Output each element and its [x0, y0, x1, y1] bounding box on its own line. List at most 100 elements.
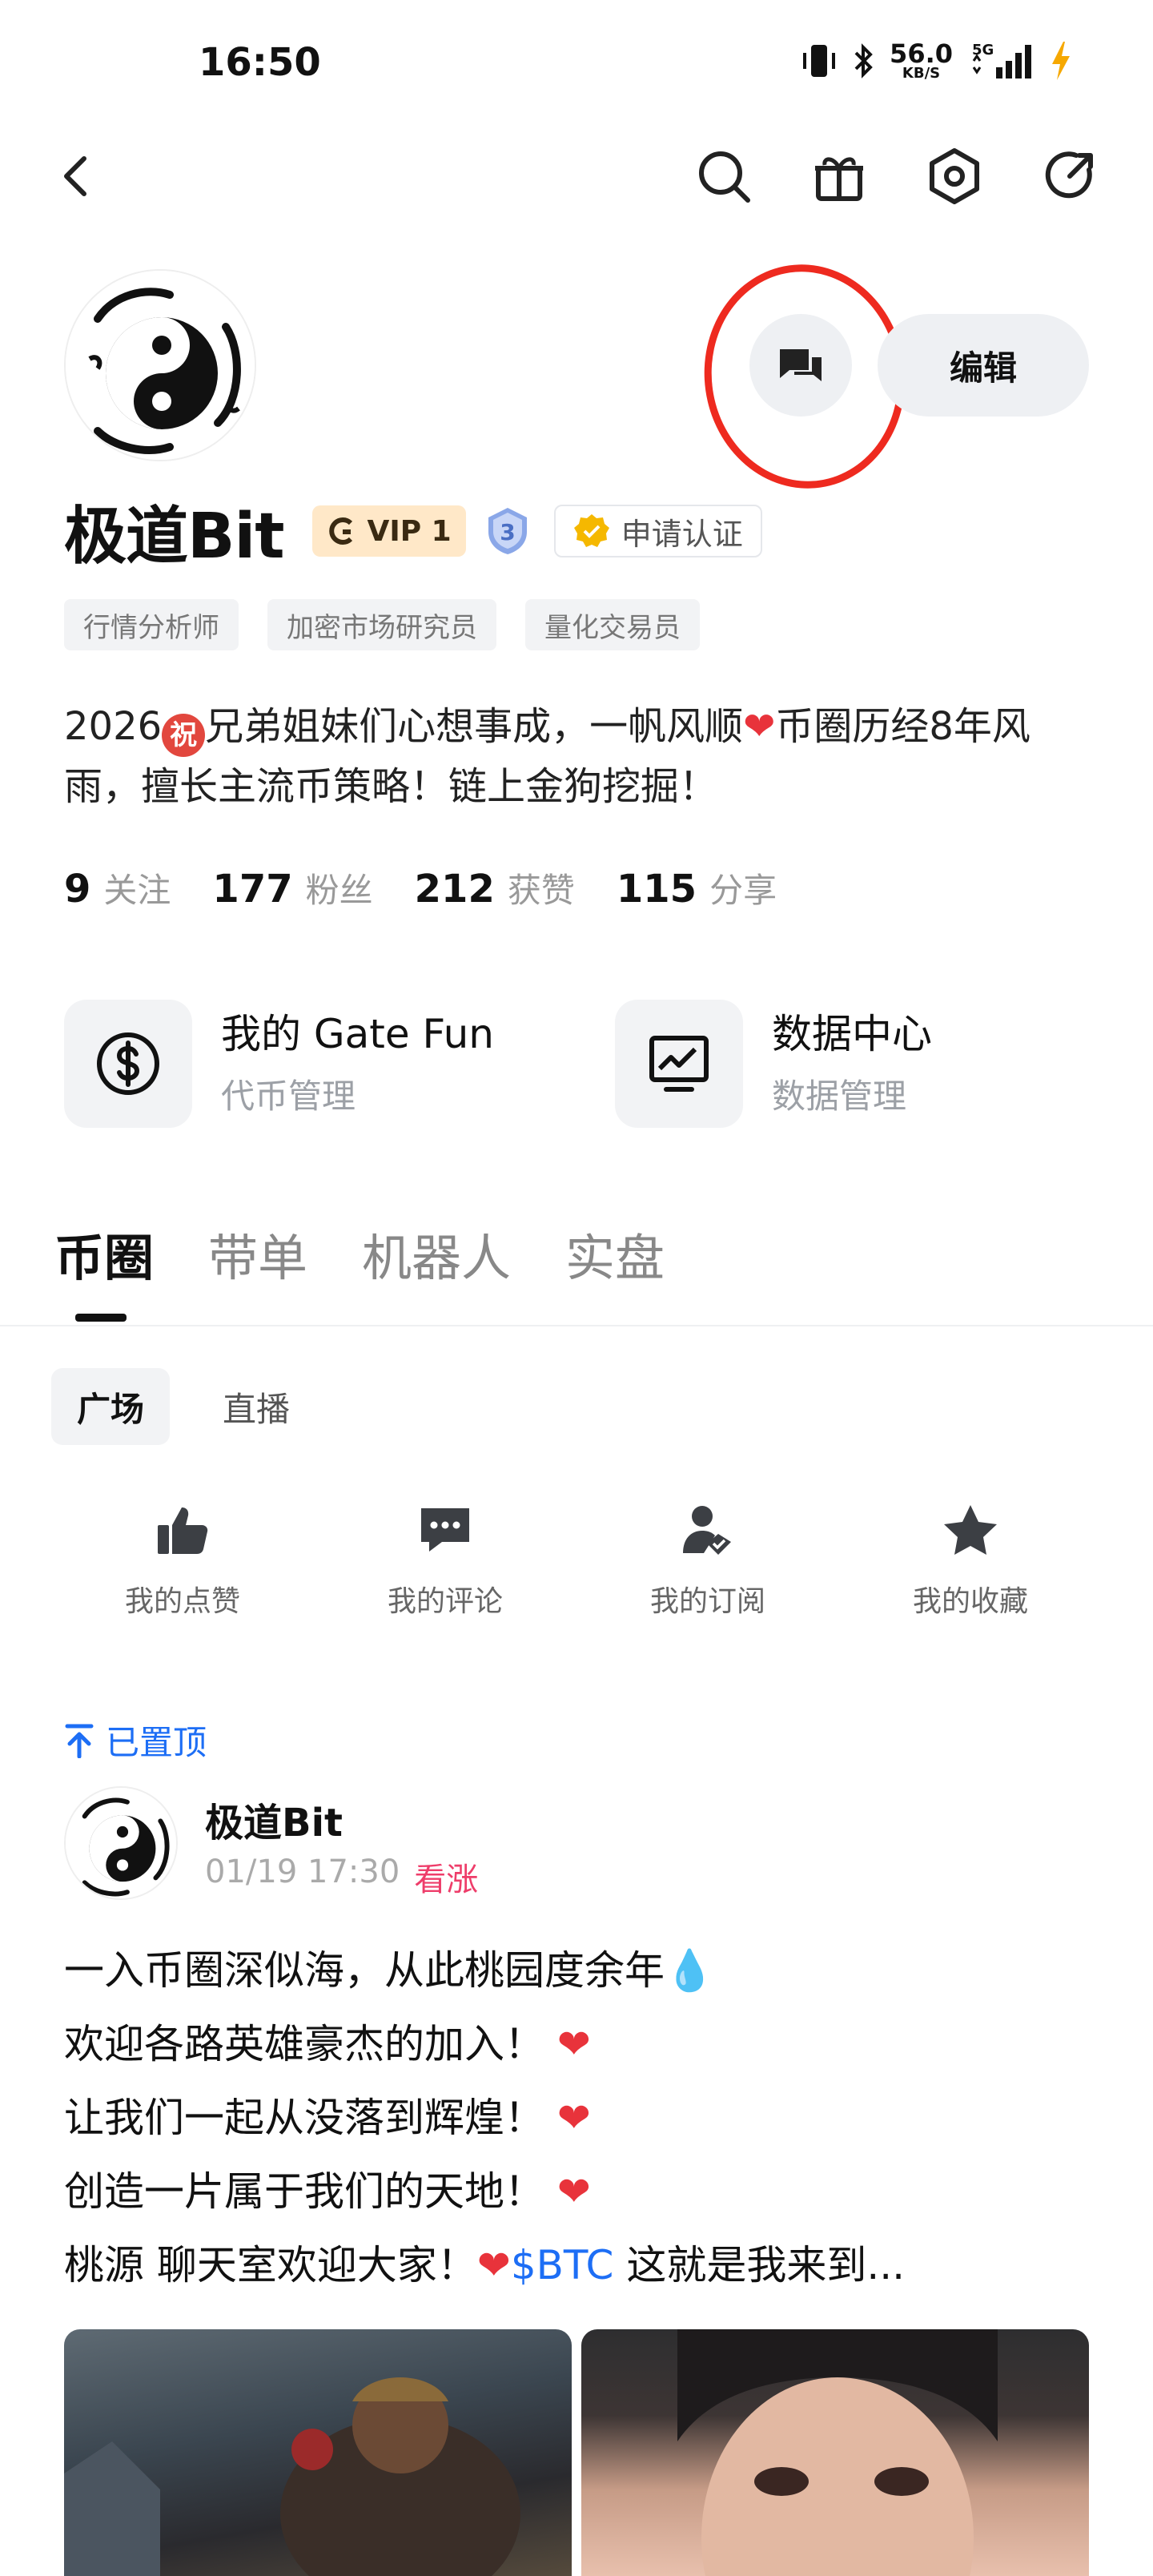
- feature-subtitle: 代币管理: [221, 1077, 356, 1116]
- pinned-text: 已置顶: [106, 1723, 207, 1762]
- feature-icon-box: [615, 1000, 743, 1128]
- quick-icon-wrap: [942, 1498, 998, 1562]
- post-line-text: 桃源 聊天室欢迎大家！: [64, 2242, 477, 2288]
- vibrate-icon: [801, 42, 837, 80]
- tab-coin-circle[interactable]: 币圈: [54, 1218, 154, 1290]
- heart-icon: ❤: [556, 2095, 591, 2141]
- post-time: 01/19 17:30: [205, 1854, 400, 1890]
- post-image[interactable]: [581, 2329, 1089, 2576]
- net-speed-unit: KB/S: [902, 65, 941, 82]
- status-bar: 16:50 56.0 KB/S 5G: [0, 0, 1153, 128]
- settings-icon: [930, 148, 979, 204]
- stat-label: 关注: [103, 871, 171, 910]
- wish-emoji-icon: 祝: [162, 714, 206, 757]
- vip-badge[interactable]: VIP 1: [312, 505, 466, 557]
- profile-tags: 行情分析师 加密市场研究员 量化交易员: [64, 599, 700, 650]
- share-button[interactable]: [1030, 136, 1110, 216]
- tab-copy-trading[interactable]: 带单: [208, 1218, 307, 1290]
- my-comments-button[interactable]: 我的评论: [314, 1498, 576, 1620]
- post-author[interactable]: 极道Bit: [205, 1791, 343, 1847]
- stat-likes[interactable]: 212 获赞: [415, 863, 575, 912]
- pin-top-icon: [65, 1724, 94, 1758]
- tab-bots[interactable]: 机器人: [362, 1218, 511, 1290]
- divider: [0, 1325, 1153, 1326]
- stat-followers[interactable]: 177 粉丝: [212, 863, 372, 912]
- post-line: 创造一片属于我们的天地！ ❤: [64, 2155, 1105, 2228]
- stat-following[interactable]: 9 关注: [64, 863, 171, 912]
- post-trailing-text: 这就是我来到...: [626, 2242, 906, 2288]
- avatar[interactable]: [64, 269, 256, 461]
- heart-icon: ❤: [476, 2242, 511, 2288]
- quick-icon-wrap: [681, 1498, 734, 1562]
- net-speed-value: 56.0: [890, 38, 953, 69]
- blood-drop-icon: 💧: [665, 1947, 715, 1994]
- ticker-link[interactable]: $BTC: [511, 2242, 614, 2288]
- post-avatar[interactable]: [64, 1786, 178, 1900]
- yin-yang-dragon-icon: [66, 1788, 176, 1898]
- bio-text: 兄弟姐妹们心想事成，一帆风顺: [205, 704, 744, 749]
- dollar-icon: [97, 1032, 159, 1095]
- post-images: [64, 2329, 1089, 2576]
- my-likes-button[interactable]: 我的点赞: [51, 1498, 314, 1620]
- bio-text: 2026: [64, 704, 163, 749]
- search-icon: [699, 151, 750, 203]
- level-shield-icon: 3: [488, 508, 527, 554]
- level-badge[interactable]: 3: [484, 505, 532, 557]
- post-line-text: 让我们一起从没落到辉煌！: [64, 2095, 544, 2141]
- quick-actions: 我的点赞 我的评论 我的订阅 我的收藏: [0, 1498, 1153, 1620]
- sub-tabs: 广场 直播: [51, 1368, 315, 1445]
- status-time: 16:50: [199, 40, 321, 85]
- username: 极道Bit: [64, 501, 284, 573]
- post-line-text: 创造一片属于我们的天地！: [64, 2168, 544, 2215]
- stat-shares[interactable]: 115 分享: [617, 863, 777, 912]
- my-favorites-button[interactable]: 我的收藏: [839, 1498, 1102, 1620]
- bluetooth-icon: [851, 42, 875, 80]
- back-button[interactable]: [37, 136, 117, 216]
- gate-fun-card[interactable]: 我的 Gate Fun 代币管理: [64, 1000, 494, 1128]
- stats-row: 9 关注 177 粉丝 212 获赞 115 分享: [64, 863, 777, 912]
- my-subscriptions-button[interactable]: 我的订阅: [576, 1498, 839, 1620]
- portrait-image: [677, 2329, 998, 2576]
- post-image[interactable]: [64, 2329, 572, 2576]
- vip-label: VIP 1: [367, 514, 452, 548]
- stat-label: 获赞: [507, 871, 575, 910]
- profile-tag: 量化交易员: [525, 599, 700, 650]
- quick-icon-wrap: [156, 1498, 209, 1562]
- pinned-label: 已置顶: [64, 1716, 207, 1765]
- stat-number: 212: [414, 867, 495, 912]
- quick-label: 我的评论: [387, 1585, 503, 1618]
- gift-button[interactable]: [799, 136, 879, 216]
- quick-label: 我的订阅: [649, 1585, 765, 1618]
- verify-button[interactable]: 申请认证: [553, 505, 762, 557]
- main-tabs: 币圈 带单 机器人 实盘: [54, 1218, 665, 1290]
- subtab-live[interactable]: 直播: [197, 1368, 315, 1445]
- subscribe-icon: [683, 1506, 731, 1555]
- post-meta: 01/19 17:30 看涨: [205, 1854, 478, 1900]
- subtab-square[interactable]: 广场: [51, 1368, 171, 1445]
- post-sentiment: 看涨: [414, 1862, 479, 1898]
- stat-number: 177: [212, 867, 293, 912]
- feature-subtitle: 数据管理: [772, 1077, 907, 1116]
- star-icon: [944, 1505, 997, 1555]
- post-line: 欢迎各路英雄豪杰的加入！ ❤: [64, 2007, 1105, 2081]
- edit-button[interactable]: 编辑: [878, 314, 1089, 417]
- level-number: 3: [500, 519, 515, 545]
- verified-badge-icon: [573, 514, 609, 547]
- data-center-card[interactable]: 数据中心 数据管理: [615, 1000, 932, 1128]
- stat-number: 9: [64, 867, 91, 912]
- post-body[interactable]: 一入币圈深似海，从此桃园度余年💧 欢迎各路英雄豪杰的加入！ ❤ 让我们一起从没落…: [64, 1934, 1105, 2302]
- post-line: 桃源 聊天室欢迎大家！❤$BTC 这就是我来到...: [64, 2228, 1105, 2302]
- share-icon: [1045, 151, 1093, 199]
- settings-button[interactable]: [914, 136, 994, 216]
- feature-icon-box: [64, 1000, 192, 1128]
- signal-5g-icon: 5G: [967, 40, 1034, 82]
- post-line: 一入币圈深似海，从此桃园度余年💧: [64, 1934, 1105, 2007]
- battery-charging-icon: [1049, 40, 1073, 82]
- tab-live-trading[interactable]: 实盘: [565, 1218, 665, 1290]
- heart-icon: ❤: [743, 704, 776, 749]
- search-button[interactable]: [684, 136, 764, 216]
- top-nav: [0, 136, 1153, 216]
- comment-icon: [421, 1508, 469, 1552]
- feature-title: 我的 Gate Fun: [221, 1011, 494, 1057]
- heart-icon: ❤: [556, 2021, 591, 2067]
